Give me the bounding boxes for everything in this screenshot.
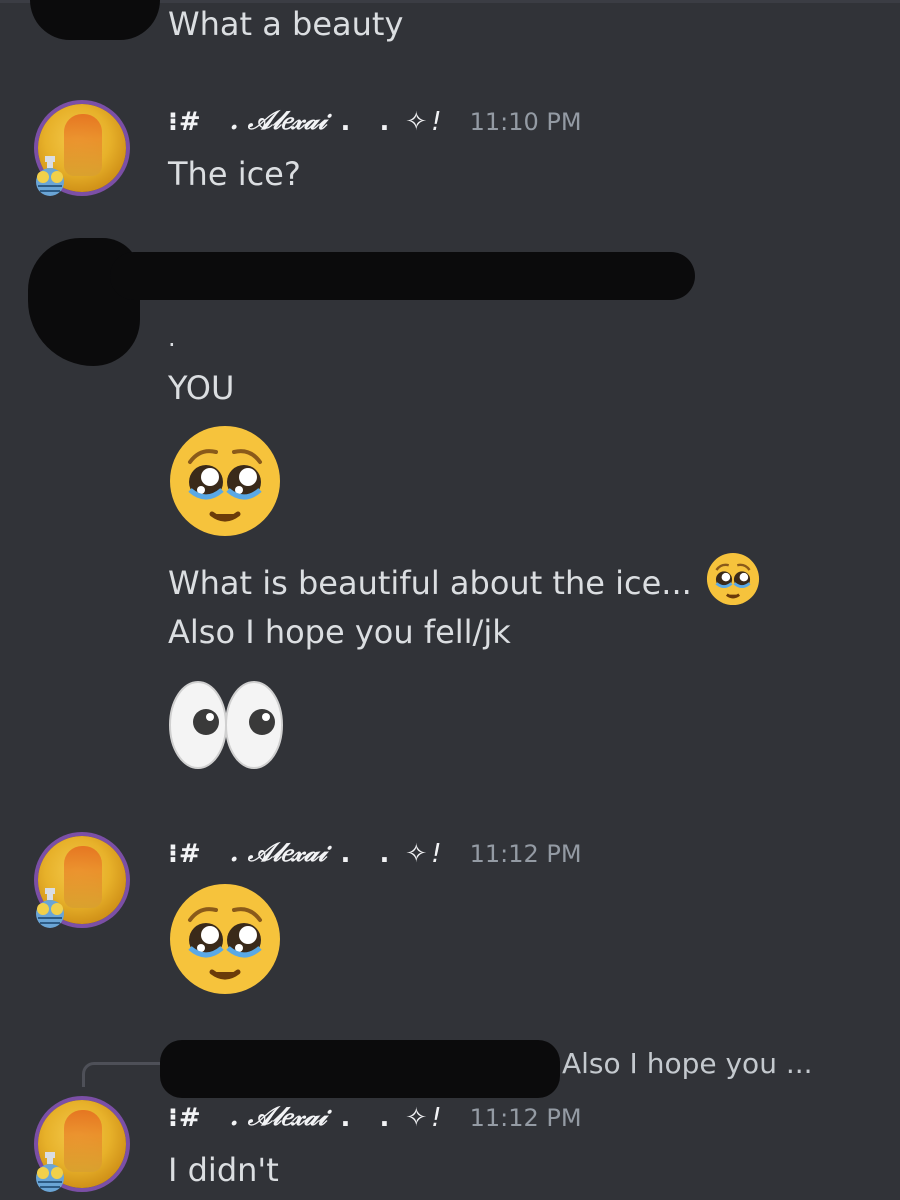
- username-prefix[interactable]: ⁝#: [168, 107, 202, 137]
- timestamp: 11:10 PM: [469, 107, 582, 136]
- message-text: Also I hope you fell/jk: [168, 613, 511, 651]
- reply-connector: [82, 1062, 161, 1087]
- message-text: The ice?: [168, 155, 301, 193]
- username-dots: . .: [340, 838, 400, 869]
- username[interactable]: . 𝒜𝓁𝑒𝓍𝒶𝒾: [230, 1102, 327, 1133]
- message-text: I didn't: [168, 1151, 279, 1189]
- message-text: What a beauty: [168, 5, 404, 43]
- username-diamond: ✧: [405, 838, 428, 869]
- redacted-username: [110, 252, 695, 300]
- timestamp: 11:12 PM: [469, 839, 582, 868]
- avatar-decoration-icon: [36, 156, 64, 196]
- username[interactable]: . 𝒜𝓁𝑒𝓍𝒶𝒾: [230, 838, 327, 869]
- message-text: What is beautiful about the ice...: [168, 552, 760, 606]
- username-slash: !: [431, 106, 442, 137]
- avatar[interactable]: [32, 104, 128, 200]
- username-prefix[interactable]: ⁝#: [168, 1103, 202, 1133]
- username-diamond: ✧: [405, 106, 428, 137]
- username[interactable]: . 𝒜𝓁𝑒𝓍𝒶𝒾: [230, 106, 327, 137]
- avatar[interactable]: [32, 1100, 128, 1196]
- username-dots: . .: [340, 1102, 400, 1133]
- message-header: ⁝# . 𝒜𝓁𝑒𝓍𝒶𝒾 . . ✧ ! 11:12 PM: [168, 1102, 582, 1133]
- username-slash: !: [431, 1102, 442, 1133]
- pleading-face-icon: [170, 426, 280, 536]
- avatar[interactable]: [32, 836, 128, 932]
- message-line: What is beautiful about the ice...: [168, 564, 692, 602]
- pleading-face-icon: [170, 884, 280, 994]
- username-prefix[interactable]: ⁝#: [168, 839, 202, 869]
- avatar-decoration-icon: [36, 888, 64, 928]
- redacted-reply-author: [160, 1040, 560, 1098]
- username-slash: !: [431, 838, 442, 869]
- pleading-face-icon: [706, 552, 760, 606]
- username-diamond: ✧: [405, 1102, 428, 1133]
- reply-preview[interactable]: Also I hope you ...: [562, 1046, 813, 1082]
- message-text: YOU: [168, 369, 235, 407]
- message-header: ⁝# . 𝒜𝓁𝑒𝓍𝒶𝒾 . . ✧ ! 11:12 PM: [168, 838, 582, 869]
- username-dots: . .: [340, 106, 400, 137]
- avatar-decoration-icon: [36, 1152, 64, 1192]
- redacted-area-top: [30, 0, 160, 40]
- message-dot: .: [168, 324, 176, 352]
- eyes-icon: [169, 681, 283, 769]
- timestamp: 11:12 PM: [469, 1103, 582, 1132]
- message-header: ⁝# . 𝒜𝓁𝑒𝓍𝒶𝒾 . . ✧ ! 11:10 PM: [168, 106, 582, 137]
